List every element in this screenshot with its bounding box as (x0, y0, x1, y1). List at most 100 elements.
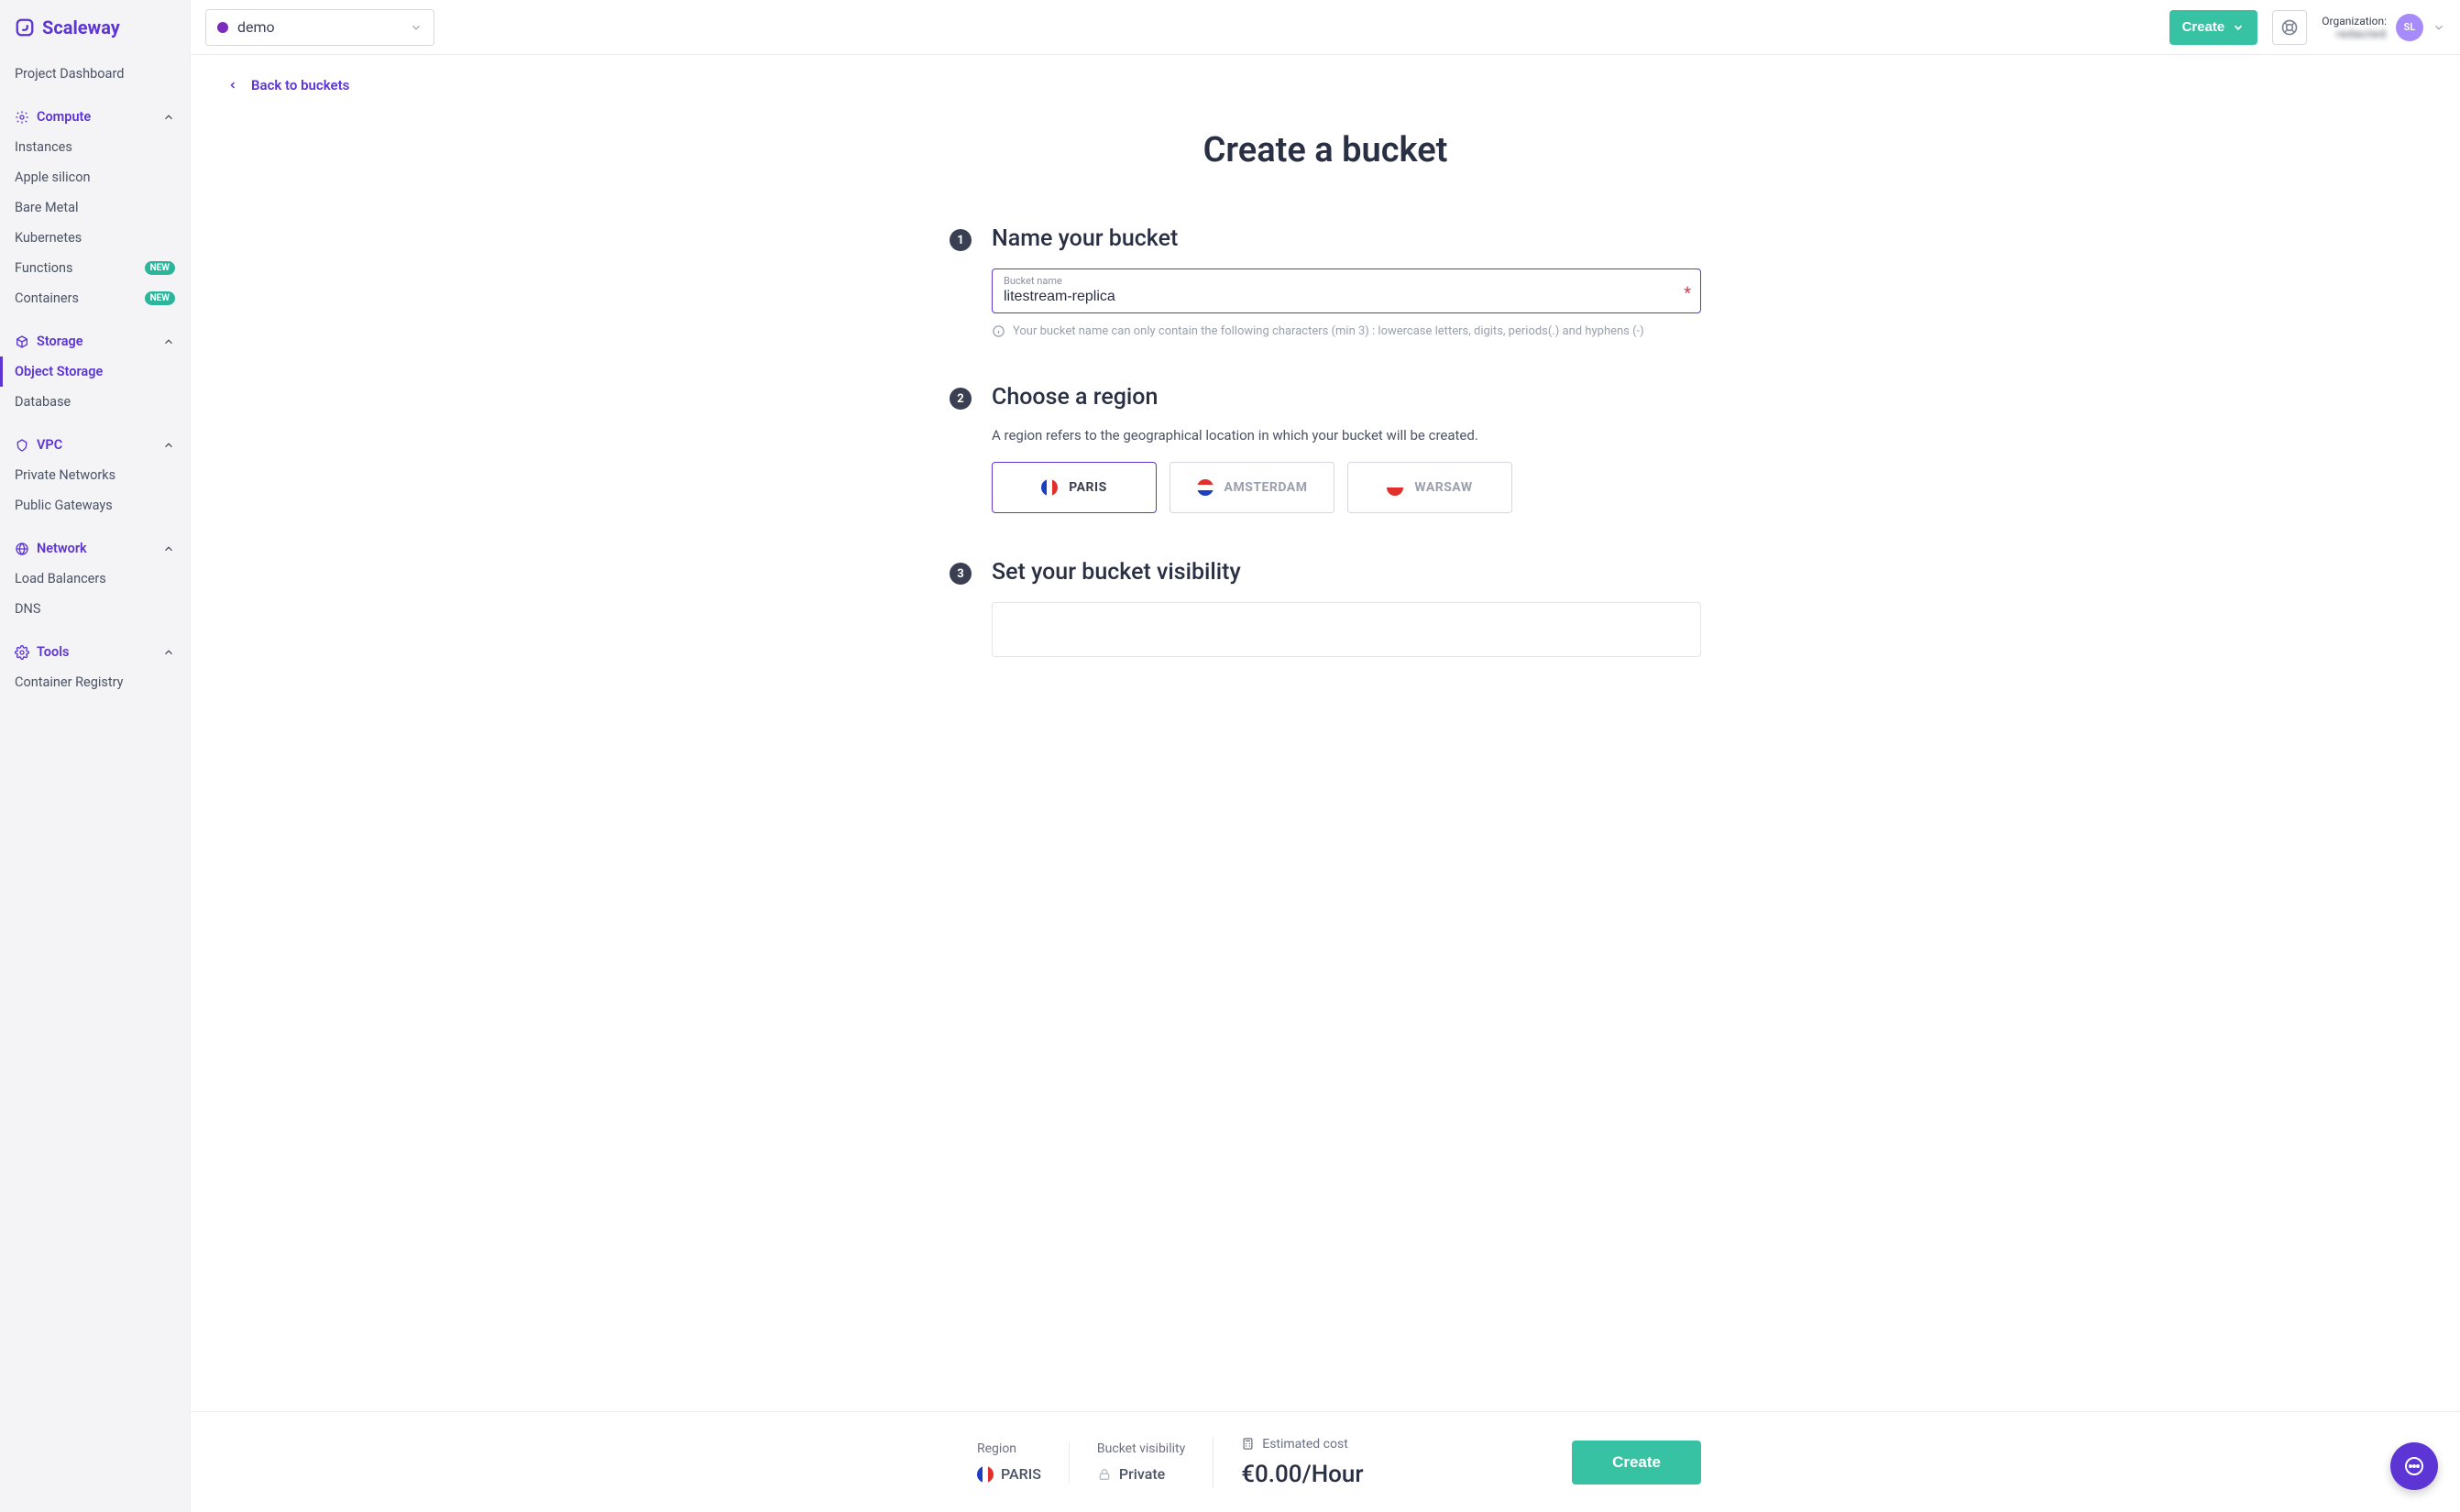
region-label: PARIS (1069, 480, 1107, 495)
avatar: SL (2396, 14, 2423, 41)
chevron-left-icon (227, 80, 238, 91)
sidebar-item-label: Kubernetes (15, 230, 82, 246)
lock-icon (1097, 1467, 1112, 1482)
create-button-top[interactable]: Create (2169, 10, 2258, 45)
step-2-subtitle: A region refers to the geographical loca… (992, 427, 1701, 444)
sidebar-item-functions[interactable]: Functions NEW (0, 253, 190, 283)
summary-cost: Estimated cost €0.00/Hour (1213, 1437, 1390, 1488)
new-badge: NEW (145, 261, 175, 275)
chevron-up-icon (162, 335, 175, 348)
chat-fab[interactable] (2390, 1442, 2438, 1490)
sidebar-item-container-registry[interactable]: Container Registry (0, 667, 190, 697)
calculator-icon (1241, 1437, 1255, 1451)
chevron-down-icon (2232, 21, 2245, 34)
vpc-icon (15, 438, 29, 453)
life-ring-icon (2280, 18, 2299, 37)
sidebar-item-apple-silicon[interactable]: Apple silicon (0, 162, 190, 192)
bucket-name-input[interactable] (1004, 287, 1689, 305)
create-bucket-button[interactable]: Create (1572, 1441, 1701, 1485)
sidebar-item-object-storage[interactable]: Object Storage (0, 356, 190, 387)
summary-label: Estimated cost (1262, 1437, 1348, 1452)
region-option-paris[interactable]: PARIS (992, 462, 1157, 513)
content: Back to buckets Create a bucket 1 Name y… (191, 55, 2460, 1512)
sidebar-item-label: Public Gateways (15, 498, 113, 513)
sidebar-group-label: Network (37, 541, 87, 556)
info-icon (992, 324, 1005, 338)
tools-icon (15, 645, 29, 660)
sidebar-item-label: Functions (15, 260, 72, 276)
region-label: WARSAW (1414, 480, 1472, 495)
chevron-up-icon (162, 439, 175, 452)
region-option-warsaw[interactable]: WARSAW (1347, 462, 1512, 513)
summary-value: Private (1119, 1465, 1165, 1483)
summary-bar: Region PARIS Bucket visibility Privat (191, 1411, 2460, 1512)
sidebar-item-project-dashboard[interactable]: Project Dashboard (0, 59, 190, 89)
sidebar-item-dns[interactable]: DNS (0, 594, 190, 624)
step-number-badge: 3 (950, 563, 972, 585)
chevron-down-icon (2433, 21, 2445, 34)
sidebar-item-database[interactable]: Database (0, 387, 190, 417)
sidebar-item-bare-metal[interactable]: Bare Metal (0, 192, 190, 223)
sidebar-item-label: Database (15, 394, 71, 410)
required-asterisk-icon: * (1684, 283, 1691, 302)
help-button[interactable] (2272, 10, 2307, 45)
region-options: PARIS AMSTERDAM WARSAW (992, 462, 1701, 513)
sidebar-group-label: Compute (37, 109, 91, 125)
field-label: Bucket name (1004, 275, 1689, 287)
flag-nl-icon (1197, 479, 1214, 496)
network-icon (15, 542, 29, 556)
bucket-name-field[interactable]: Bucket name * (992, 268, 1701, 313)
summary-label: Bucket visibility (1097, 1441, 1185, 1456)
step-2: 2 Choose a region A region refers to the… (950, 384, 1701, 513)
step-2-title: Choose a region (992, 384, 1701, 411)
project-selector[interactable]: demo (205, 9, 434, 46)
org-label: Organization: (2322, 15, 2387, 27)
step-3-title: Set your bucket visibility (992, 559, 1701, 586)
region-option-amsterdam[interactable]: AMSTERDAM (1170, 462, 1334, 513)
summary-visibility: Bucket visibility Private (1069, 1441, 1213, 1483)
chevron-up-icon (162, 542, 175, 555)
sidebar-item-label: Apple silicon (15, 170, 90, 185)
sidebar-group-label: VPC (37, 437, 62, 453)
flag-fr-icon (1041, 479, 1058, 496)
sidebar-item-label: Load Balancers (15, 571, 106, 586)
chat-icon (2403, 1455, 2425, 1477)
sidebar-group-storage[interactable]: Storage (0, 326, 190, 356)
sidebar-item-kubernetes[interactable]: Kubernetes (0, 223, 190, 253)
brand-name: Scaleway (42, 16, 120, 38)
back-to-buckets-link[interactable]: Back to buckets (227, 77, 349, 93)
sidebar-item-label: Bare Metal (15, 200, 79, 215)
sidebar-item-containers[interactable]: ContainersNEW (0, 283, 190, 313)
chevron-down-icon (410, 21, 423, 34)
visibility-panel[interactable] (992, 602, 1701, 657)
scaleway-logo-icon (15, 17, 35, 38)
org-text: Organization: redacted (2322, 15, 2387, 40)
project-color-dot (217, 22, 228, 33)
create-button-label: Create (2182, 19, 2225, 35)
organization-menu[interactable]: Organization: redacted SL (2322, 14, 2445, 41)
back-link-label: Back to buckets (251, 77, 349, 93)
sidebar-item-instances[interactable]: Instances (0, 132, 190, 162)
brand-logo[interactable]: Scaleway (0, 0, 190, 59)
compute-icon (15, 110, 29, 125)
field-hint: Your bucket name can only contain the fo… (992, 324, 1701, 338)
sidebar-group-vpc[interactable]: VPC (0, 430, 190, 460)
storage-icon (15, 334, 29, 349)
step-1: 1 Name your bucket Bucket name * (950, 225, 1701, 338)
sidebar-item-private-networks[interactable]: Private Networks (0, 460, 190, 490)
sidebar-group-tools[interactable]: Tools (0, 637, 190, 667)
sidebar-group-label: Storage (37, 334, 83, 349)
summary-region: Region PARIS (950, 1441, 1069, 1483)
sidebar-group-compute[interactable]: Compute (0, 102, 190, 132)
summary-label: Region (977, 1441, 1041, 1456)
region-label: AMSTERDAM (1225, 480, 1308, 495)
sidebar-group-network[interactable]: Network (0, 533, 190, 564)
step-3: 3 Set your bucket visibility (950, 559, 1701, 657)
flag-pl-icon (1387, 479, 1403, 496)
sidebar-item-load-balancers[interactable]: Load Balancers (0, 564, 190, 594)
chevron-up-icon (162, 111, 175, 124)
button-label: Create (1612, 1453, 1661, 1471)
sidebar-item-public-gateways[interactable]: Public Gateways (0, 490, 190, 520)
hint-text: Your bucket name can only contain the fo… (1013, 324, 1644, 338)
sidebar-item-label: Containers (15, 290, 79, 306)
